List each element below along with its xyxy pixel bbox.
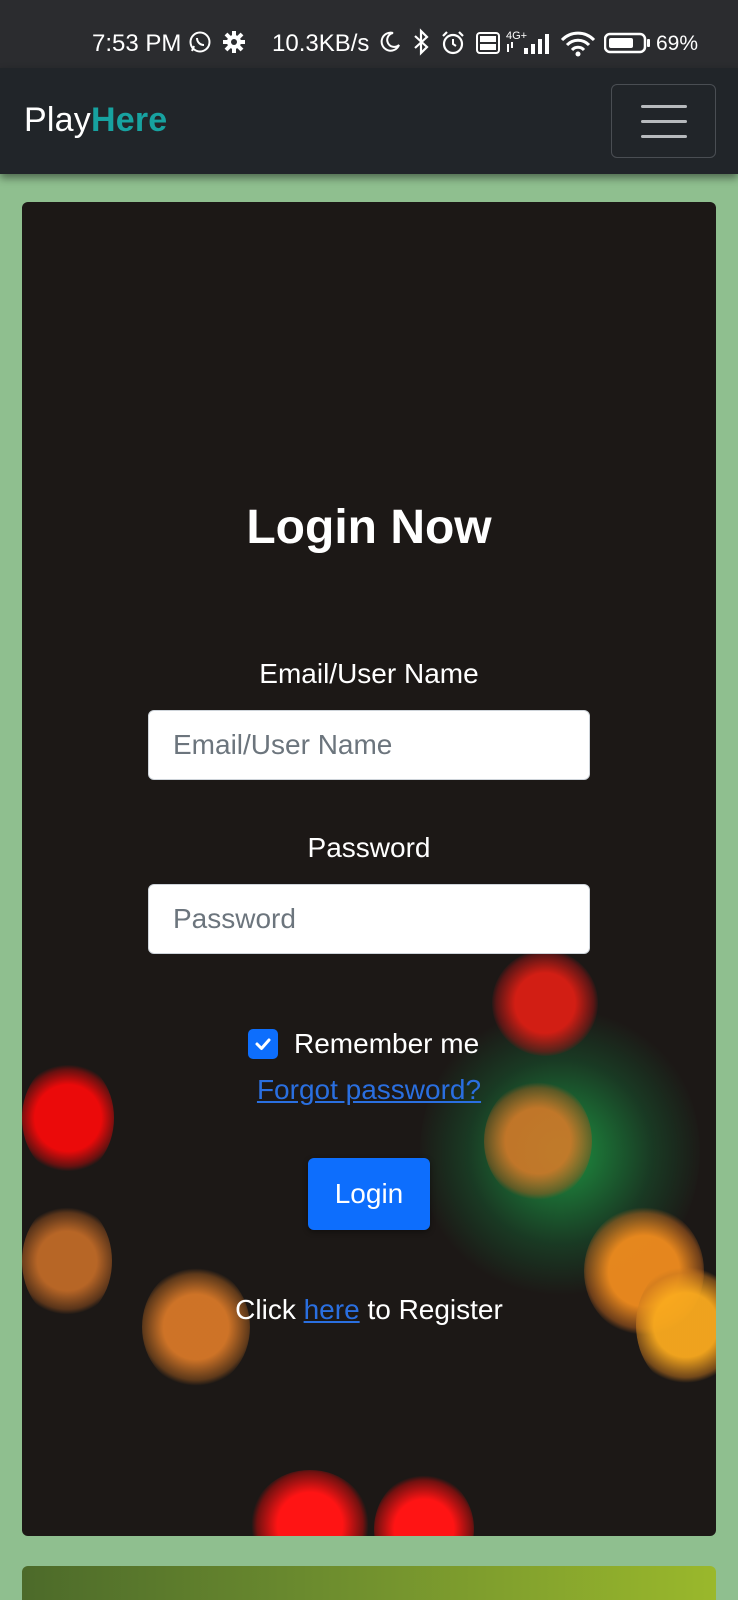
remember-me-label[interactable]: Remember me [294, 1028, 479, 1060]
email-field[interactable] [148, 710, 590, 780]
checkmark-icon [255, 1038, 271, 1050]
brand-logo-link[interactable]: PlayHere [24, 101, 167, 140]
login-form: Login Now Email/User Name Password Remem… [22, 202, 716, 1536]
status-bar: 7:53 PM 10.3KB/s 4G+ 69% [0, 0, 738, 68]
email-label: Email/User Name [259, 658, 479, 689]
register-prompt: Click here to Register [22, 1294, 716, 1326]
hamburger-icon-line-2 [640, 119, 687, 123]
volte-icon [476, 32, 500, 54]
signal-icon: 4G+ [506, 30, 549, 54]
navbar: PlayHere [0, 68, 738, 174]
brand-text-here: Here [90, 101, 168, 139]
menu-toggle-button[interactable] [611, 84, 716, 158]
status-time: 7:53 PM [92, 30, 182, 57]
login-button[interactable]: Login [308, 1158, 430, 1230]
next-card-image [22, 1566, 716, 1600]
svg-text:4G+: 4G+ [506, 30, 527, 42]
gear-icon [223, 31, 245, 53]
hamburger-icon-line-1 [640, 104, 687, 108]
page-title: Login Now [246, 501, 492, 554]
bluetooth-icon [414, 28, 429, 56]
remember-me-checkbox[interactable] [248, 1029, 278, 1059]
network-speed: 10.3KB/s [272, 30, 370, 57]
whatsapp-icon [189, 31, 211, 53]
hamburger-icon-line-3 [640, 134, 687, 138]
password-label: Password [307, 832, 431, 863]
battery-icon [604, 32, 650, 54]
battery-percentage: 69% [656, 32, 699, 55]
register-prefix: Click [235, 1294, 296, 1325]
forgot-password-link[interactable]: Forgot password? [22, 1074, 716, 1106]
wifi-icon [560, 31, 596, 57]
password-field[interactable] [148, 884, 590, 954]
brand-text-play: Play [24, 101, 91, 139]
register-suffix: to Register [367, 1294, 503, 1325]
register-link[interactable]: here [304, 1294, 360, 1325]
alarm-icon [442, 31, 464, 55]
login-card: Login Now Email/User Name Password Remem… [22, 202, 716, 1536]
remember-me-row: Remember me [248, 1027, 479, 1061]
moon-icon [380, 31, 400, 52]
